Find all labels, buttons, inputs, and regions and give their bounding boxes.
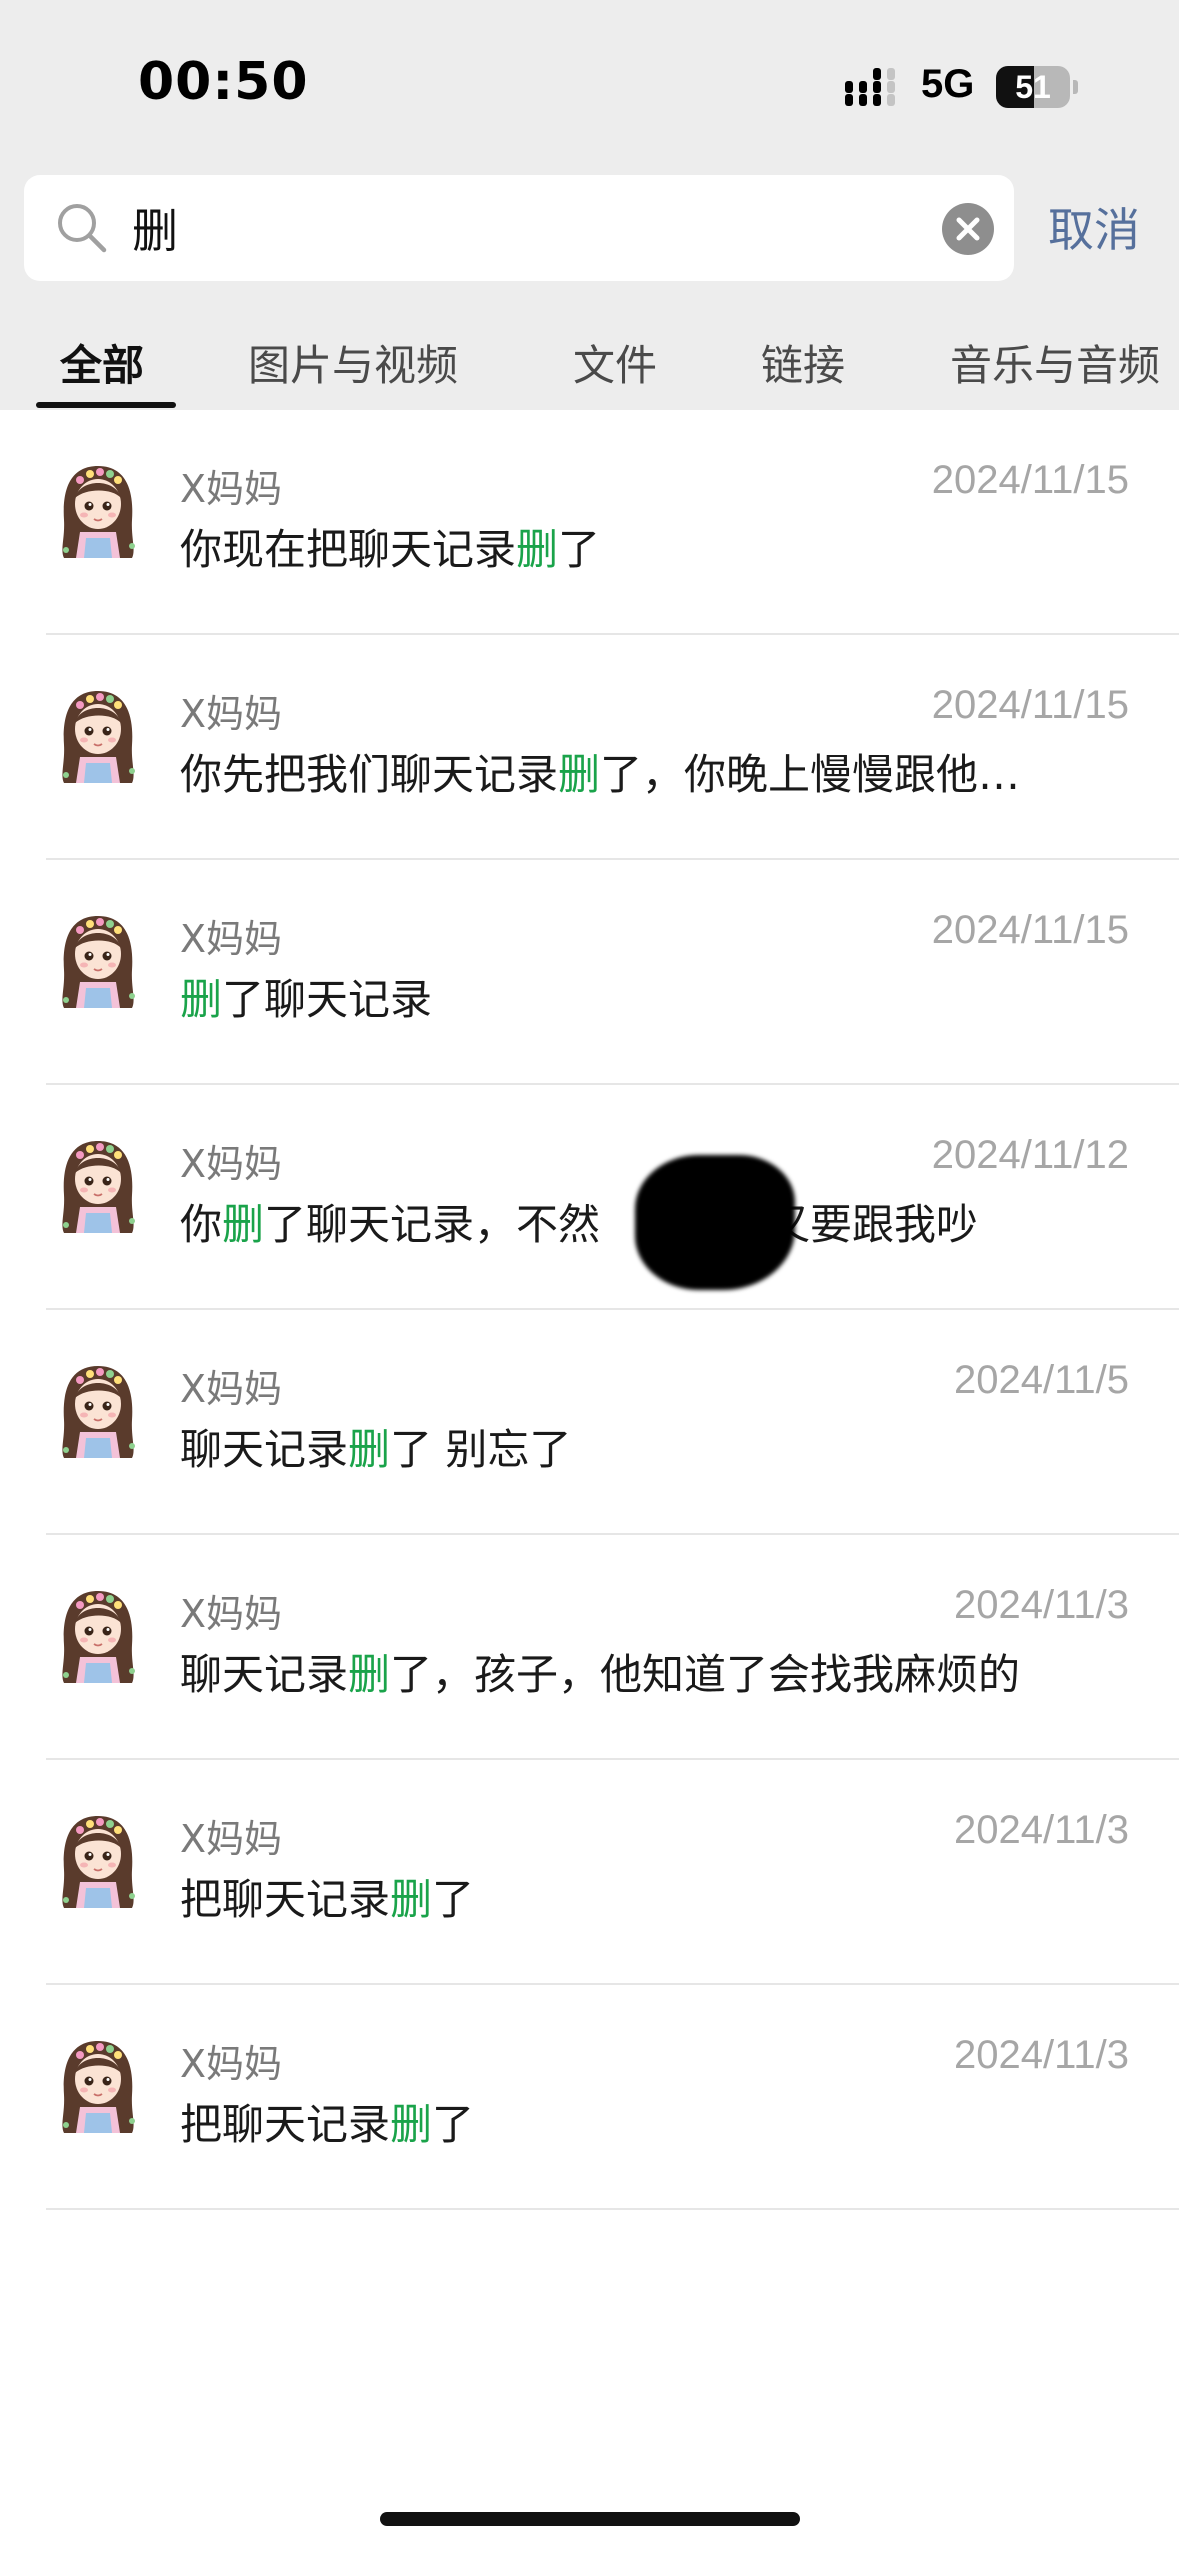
message-text-before: 你现在把聊天记录 (180, 525, 517, 574)
tab-music-audio[interactable]: 音乐与音频 (950, 332, 1160, 393)
message-text-after: 了 (558, 525, 601, 574)
message-text-before: 你 (180, 1200, 223, 1249)
message-text-after: 了 别忘了 (390, 1425, 572, 1474)
message-text-after: 了聊天记录 (222, 975, 433, 1024)
result-message: 聊天记录删了 别忘了 (180, 1416, 1100, 1477)
avatar (62, 2041, 135, 2133)
search-icon (58, 204, 107, 253)
result-date: 2024/11/3 (954, 2033, 1129, 2077)
result-message: 把聊天记录删了 (180, 1866, 1100, 1927)
divider (46, 2208, 1179, 2210)
result-sender: X妈妈 (180, 917, 283, 961)
search-result-row[interactable]: X妈妈 2024/11/3 把聊天记录删了 (0, 1985, 1179, 2210)
status-bar: 00:50 5G 51 (0, 0, 1179, 160)
avatar (62, 1816, 135, 1908)
home-indicator[interactable] (380, 2512, 800, 2526)
result-date: 2024/11/15 (931, 683, 1129, 727)
message-text-before: 聊天记录 (180, 1425, 349, 1474)
message-text-after: 了，你晚上慢慢跟他… (600, 750, 1021, 799)
search-result-row[interactable]: X妈妈 2024/11/15 删了聊天记录 (0, 860, 1179, 1085)
result-message: 你先把我们聊天记录删了，你晚上慢慢跟他… (180, 741, 1100, 802)
result-message: 把聊天记录删了 (180, 2091, 1100, 2152)
keyword-highlight: 删 (390, 2100, 433, 2149)
result-message: 聊天记录删了，孩子，他知道了会找我麻烦的 (180, 1641, 1100, 1702)
tab-images-videos[interactable]: 图片与视频 (248, 332, 458, 393)
result-date: 2024/11/3 (954, 1583, 1129, 1627)
network-type: 5G (921, 62, 975, 106)
keyword-highlight: 删 (558, 750, 601, 799)
status-time: 00:50 (138, 52, 309, 112)
result-sender: X妈妈 (180, 467, 283, 511)
result-sender: X妈妈 (180, 1592, 283, 1636)
keyword-highlight: 删 (348, 1650, 391, 1699)
message-text-before: 你先把我们聊天记录 (180, 750, 559, 799)
result-date: 2024/11/15 (931, 458, 1129, 502)
redaction-mark (635, 1155, 795, 1290)
result-date: 2024/11/5 (954, 1358, 1129, 1402)
clear-search-icon[interactable] (941, 202, 995, 256)
message-text-before: 把聊天记录 (180, 2100, 391, 2149)
keyword-highlight: 删 (180, 975, 223, 1024)
search-result-row[interactable]: X妈妈 2024/11/3 把聊天记录删了 (0, 1760, 1179, 1985)
search-result-row[interactable]: X妈妈 2024/11/15 你先把我们聊天记录删了，你晚上慢慢跟他… (0, 635, 1179, 860)
result-sender: X妈妈 (180, 1817, 283, 1861)
keyword-highlight: 删 (390, 1875, 433, 1924)
search-box[interactable] (24, 175, 1014, 281)
message-text-after: 了 (432, 2100, 475, 2149)
result-sender: X妈妈 (180, 2042, 283, 2086)
message-text-before: 聊天记录 (180, 1650, 349, 1699)
battery-level: 51 (1015, 69, 1051, 105)
avatar (62, 1591, 135, 1683)
avatar (62, 466, 135, 558)
result-message: 删了聊天记录 (180, 966, 1100, 1027)
signal-icon (845, 68, 895, 106)
message-text-after: 了 (432, 1875, 475, 1924)
filter-tabs: 全部 图片与视频 文件 链接 音乐与音频 (0, 320, 1179, 410)
active-tab-indicator (36, 402, 176, 408)
result-sender: X妈妈 (180, 692, 283, 736)
search-result-row[interactable]: X妈妈 2024/11/5 聊天记录删了 别忘了 (0, 1310, 1179, 1535)
tab-files[interactable]: 文件 (573, 332, 657, 393)
message-text-after: 了，孩子，他知道了会找我麻烦的 (390, 1650, 1021, 1699)
search-result-row[interactable]: X妈妈 2024/11/3 聊天记录删了，孩子，他知道了会找我麻烦的 (0, 1535, 1179, 1760)
battery-icon: 51 (996, 66, 1078, 108)
result-message: 你现在把聊天记录删了 (180, 516, 1100, 577)
result-date: 2024/11/3 (954, 1808, 1129, 1852)
keyword-highlight: 删 (222, 1200, 265, 1249)
tab-all[interactable]: 全部 (60, 332, 144, 393)
avatar (62, 916, 135, 1008)
avatar (62, 691, 135, 783)
keyword-highlight: 删 (516, 525, 559, 574)
result-sender: X妈妈 (180, 1367, 283, 1411)
avatar (62, 1366, 135, 1458)
result-sender: X妈妈 (180, 1142, 283, 1186)
search-result-row[interactable]: X妈妈 2024/11/15 你现在把聊天记录删了 (0, 410, 1179, 635)
avatar (62, 1141, 135, 1233)
cancel-button[interactable]: 取消 (1048, 194, 1140, 260)
search-input[interactable] (132, 195, 912, 261)
message-text-before: 把聊天记录 (180, 1875, 391, 1924)
search-results-list: X妈妈 2024/11/15 你现在把聊天记录删了 X妈妈 2024/11/15 你先把… (0, 410, 1179, 2210)
message-text-after: 了聊天记录，不然 又要跟我吵 (264, 1200, 979, 1249)
result-date: 2024/11/15 (931, 908, 1129, 952)
search-result-row[interactable]: X妈妈 2024/11/12 你删了聊天记录，不然 又要跟我吵 (0, 1085, 1179, 1310)
tab-links[interactable]: 链接 (761, 332, 845, 393)
keyword-highlight: 删 (348, 1425, 391, 1474)
result-date: 2024/11/12 (931, 1133, 1129, 1177)
